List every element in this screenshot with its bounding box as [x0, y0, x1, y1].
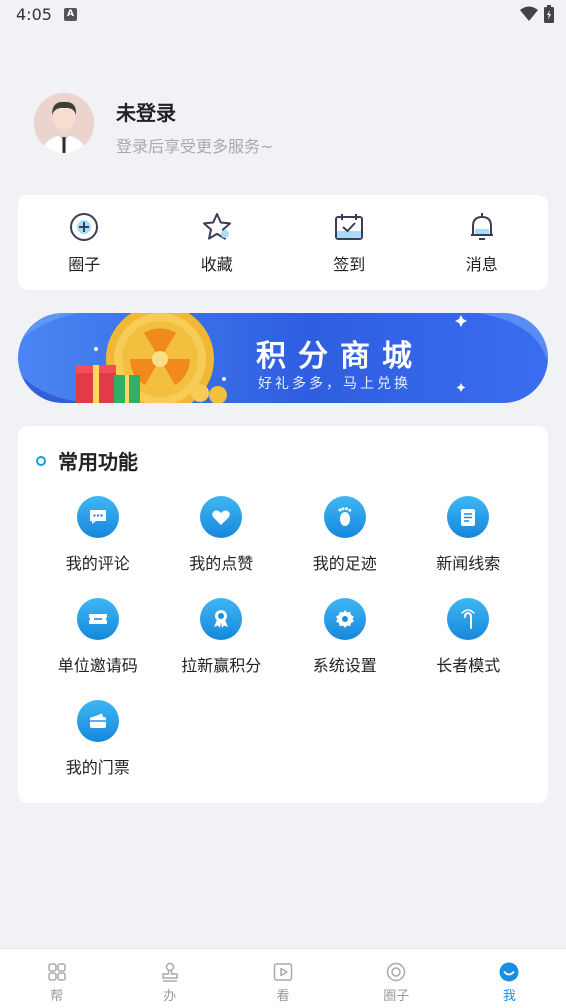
play-icon [273, 963, 293, 981]
profile-smile-icon [499, 962, 519, 982]
tab-help[interactable]: 帮 [0, 949, 113, 1008]
footprint-icon [323, 496, 366, 538]
func-news-tips[interactable]: 新闻线索 [407, 496, 531, 574]
func-label: 我的评论 [65, 554, 130, 573]
tab-services[interactable]: 办 [113, 949, 226, 1008]
func-settings[interactable]: 系统设置 [283, 598, 407, 676]
quick-action-messages[interactable]: 消息 [416, 195, 549, 290]
func-my-comments[interactable]: 我的评论 [36, 496, 160, 574]
tab-circle[interactable]: 圈子 [340, 949, 453, 1008]
func-my-tickets[interactable]: 我的门票 [36, 700, 160, 778]
profile-subtitle: 登录后享受更多服务~ [116, 137, 274, 156]
document-icon [447, 496, 490, 538]
wallet-icon [76, 700, 119, 742]
comment-icon [76, 496, 119, 538]
func-label: 长者模式 [436, 656, 501, 675]
func-label: 我的足迹 [312, 554, 377, 573]
status-right [520, 5, 554, 23]
func-refer-points[interactable]: 拉新赢积分 [160, 598, 284, 676]
quick-actions-card: 圈子 收藏 签到 消息 [18, 195, 548, 290]
target-icon [386, 962, 406, 982]
tab-label: 我 [502, 989, 516, 1004]
avatar[interactable] [34, 93, 94, 153]
calendar-check-icon [335, 214, 364, 240]
profile-header[interactable]: 未登录 登录后享受更多服务~ [34, 93, 534, 157]
status-bar: 4:05 A [0, 0, 566, 30]
bell-icon [470, 213, 493, 240]
section-dot-icon [36, 455, 46, 466]
heart-icon [200, 496, 243, 538]
tab-label: 看 [276, 989, 290, 1004]
tab-label: 圈子 [383, 989, 410, 1004]
func-label: 新闻线索 [436, 554, 501, 573]
award-icon [200, 598, 243, 640]
grid-icon [47, 963, 66, 981]
plus-circle-icon [70, 213, 99, 241]
notification-badge-icon: A [64, 8, 77, 21]
quick-action-label: 收藏 [200, 255, 233, 274]
functions-grid: 我的评论 我的点赞 我的足迹 新闻线索 单位邀请码 拉新赢积分 系统设置 长者模… [36, 496, 530, 778]
stamp-icon [162, 962, 178, 982]
bottom-tab-bar: 帮 办 看 圈子 我 [0, 948, 566, 1008]
common-functions-card: 常用功能 我的评论 我的点赞 我的足迹 新闻线索 单位邀请码 拉新赢积分 系统设… [18, 426, 548, 803]
quick-action-checkin[interactable]: 签到 [283, 195, 416, 290]
battery-icon [544, 5, 554, 23]
banner-subtitle: 好礼多多，马上兑换 [258, 376, 411, 392]
func-label: 单位邀请码 [57, 656, 138, 675]
banner-title: 积分商城 [256, 339, 424, 374]
ticket-icon [76, 598, 119, 640]
star-icon [202, 213, 231, 240]
points-mall-banner[interactable]: 积分商城 好礼多多，马上兑换 [18, 313, 548, 403]
tab-watch[interactable]: 看 [226, 949, 339, 1008]
func-elder-mode[interactable]: 长者模式 [407, 598, 531, 676]
func-label: 我的门票 [65, 758, 130, 777]
func-label: 我的点赞 [189, 554, 254, 573]
func-label: 系统设置 [312, 656, 377, 675]
cane-icon [447, 598, 490, 640]
func-my-footprints[interactable]: 我的足迹 [283, 496, 407, 574]
func-my-likes[interactable]: 我的点赞 [160, 496, 284, 574]
section-title: 常用功能 [58, 450, 138, 474]
gear-icon [323, 598, 366, 640]
quick-action-favorites[interactable]: 收藏 [151, 195, 284, 290]
wifi-icon [520, 6, 538, 21]
tab-label: 帮 [50, 989, 64, 1004]
quick-action-circle[interactable]: 圈子 [18, 195, 151, 290]
quick-action-label: 签到 [333, 255, 366, 274]
tab-me[interactable]: 我 [453, 949, 566, 1008]
func-invite-code[interactable]: 单位邀请码 [36, 598, 160, 676]
quick-action-label: 圈子 [68, 255, 101, 274]
quick-action-label: 消息 [465, 255, 498, 274]
func-label: 拉新赢积分 [181, 656, 262, 675]
tab-label: 办 [163, 989, 177, 1004]
avatar-person-icon [34, 93, 94, 153]
section-header: 常用功能 [36, 446, 138, 475]
status-time: 4:05 [16, 5, 52, 24]
profile-name[interactable]: 未登录 [116, 97, 176, 126]
